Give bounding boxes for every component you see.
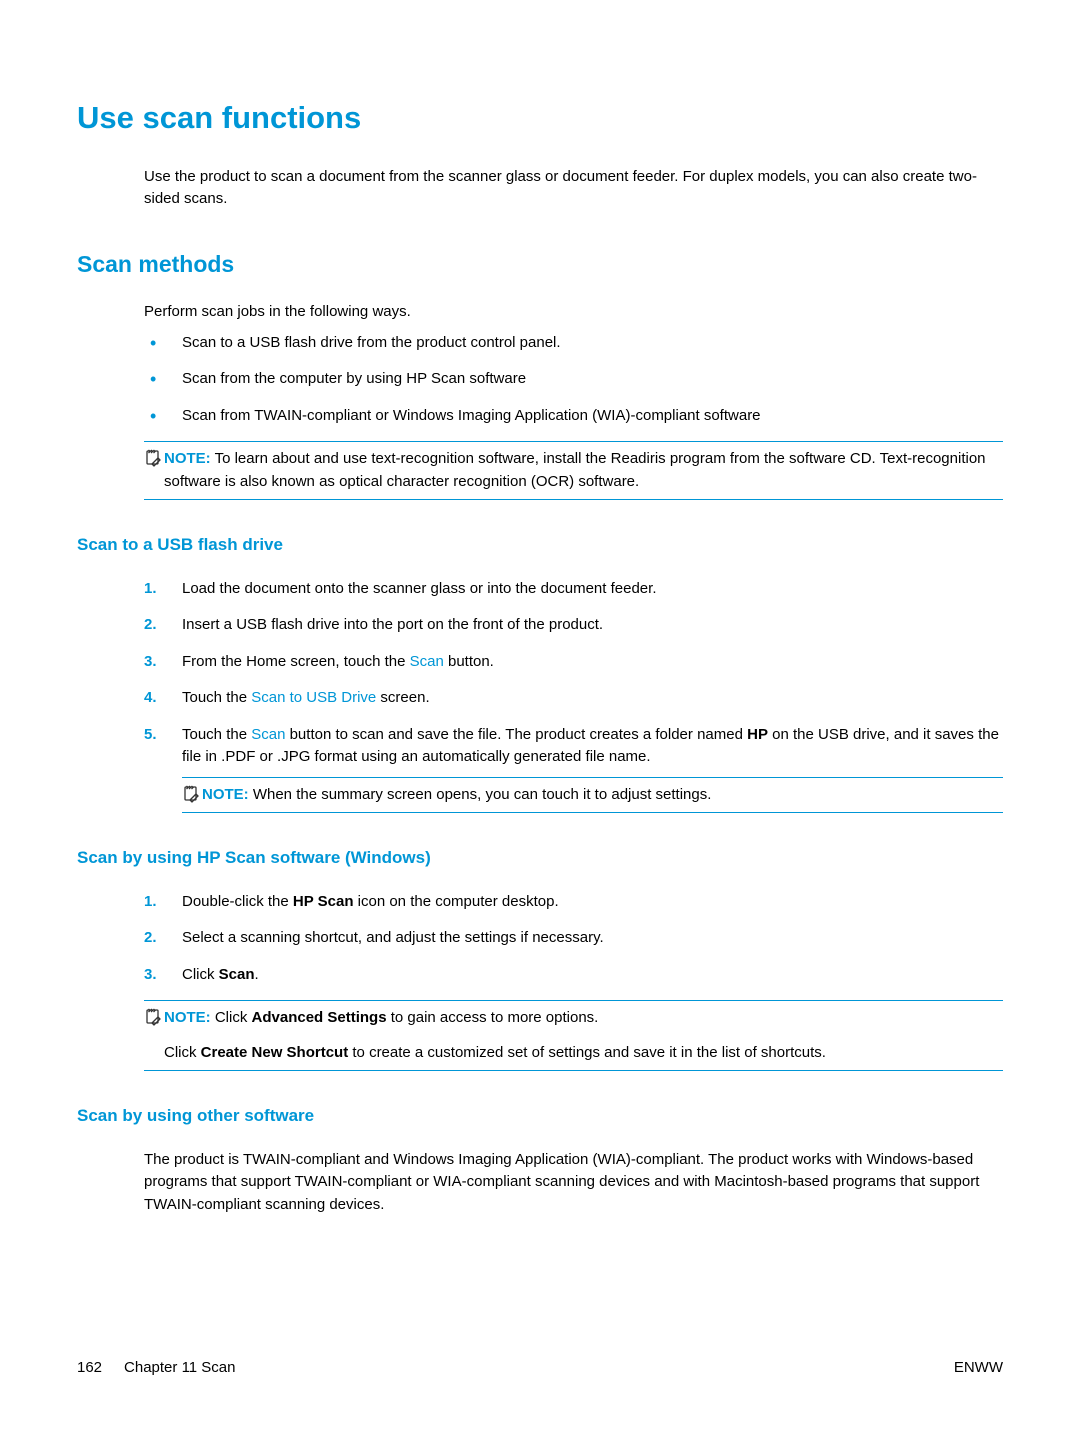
- note-text: Click: [215, 1009, 252, 1026]
- hp-scan-icon-name: HP Scan: [293, 893, 354, 910]
- step-text: icon on the computer desktop.: [353, 893, 558, 910]
- step-number: 3.: [144, 964, 157, 987]
- intro-paragraph: Use the product to scan a document from …: [144, 166, 1003, 211]
- step-number: 5.: [144, 724, 157, 747]
- note-text: To learn about and use text-recognition …: [164, 450, 986, 490]
- note-label: NOTE:: [164, 450, 211, 467]
- ui-term-scan: Scan: [251, 726, 285, 743]
- step-text: Touch the: [182, 726, 251, 743]
- usb-steps: 1. Load the document onto the scanner gl…: [144, 578, 1003, 814]
- note-box: NOTE: Click Advanced Settings to gain ac…: [144, 1000, 1003, 1071]
- step-text: button to scan and save the file. The pr…: [285, 726, 747, 743]
- step-text: Click: [182, 966, 219, 983]
- step-number: 2.: [144, 927, 157, 950]
- note-text: to create a customized set of settings a…: [348, 1044, 826, 1061]
- step-number: 3.: [144, 651, 157, 674]
- chapter-label: Chapter 11 Scan: [124, 1359, 235, 1376]
- folder-name-hp: HP: [747, 726, 768, 743]
- scan-methods-list: Scan to a USB flash drive from the produ…: [144, 332, 1003, 428]
- advanced-settings-name: Advanced Settings: [252, 1009, 387, 1026]
- list-item: 1. Load the document onto the scanner gl…: [144, 578, 1003, 601]
- ui-term-scan-to-usb-drive: Scan to USB Drive: [251, 689, 376, 706]
- page-footer: 162 Chapter 11 Scan ENWW: [77, 1357, 1003, 1380]
- footer-right: ENWW: [954, 1357, 1003, 1380]
- note-content: NOTE: Click Advanced Settings to gain ac…: [164, 1007, 1003, 1064]
- create-new-shortcut-name: Create New Shortcut: [201, 1044, 349, 1061]
- list-item: 1. Double-click the HP Scan icon on the …: [144, 891, 1003, 914]
- step-text: From the Home screen, touch the: [182, 653, 410, 670]
- list-item: 3. From the Home screen, touch the Scan …: [144, 651, 1003, 674]
- subsection-heading-usb: Scan to a USB flash drive: [77, 532, 1003, 558]
- list-item: 2. Select a scanning shortcut, and adjus…: [144, 927, 1003, 950]
- note-box: NOTE: To learn about and use text-recogn…: [144, 441, 1003, 500]
- hpscan-steps: 1. Double-click the HP Scan icon on the …: [144, 891, 1003, 987]
- note-icon: [144, 449, 162, 467]
- note-continuation: Click Create New Shortcut to create a cu…: [164, 1042, 1003, 1065]
- step-number: 4.: [144, 687, 157, 710]
- subsection-heading-other: Scan by using other software: [77, 1103, 1003, 1129]
- step-text: screen.: [376, 689, 429, 706]
- section-heading-scan-methods: Scan methods: [77, 247, 1003, 282]
- list-item: 4. Touch the Scan to USB Drive screen.: [144, 687, 1003, 710]
- ui-term-scan: Scan: [410, 653, 444, 670]
- list-item: 5. Touch the Scan button to scan and sav…: [144, 724, 1003, 814]
- step-text: Double-click the: [182, 893, 293, 910]
- list-item: 2. Insert a USB flash drive into the por…: [144, 614, 1003, 637]
- list-item: Scan to a USB flash drive from the produ…: [144, 332, 1003, 355]
- footer-left: 162 Chapter 11 Scan: [77, 1357, 236, 1380]
- note-content: NOTE: When the summary screen opens, you…: [202, 784, 1003, 807]
- note-content: NOTE: To learn about and use text-recogn…: [164, 448, 1003, 493]
- step-number: 1.: [144, 891, 157, 914]
- step-number: 2.: [144, 614, 157, 637]
- step-text: .: [255, 966, 259, 983]
- other-software-paragraph: The product is TWAIN-compliant and Windo…: [144, 1149, 1003, 1217]
- step-text: button.: [444, 653, 494, 670]
- note-label: NOTE:: [164, 1009, 211, 1026]
- note-text: Click: [164, 1044, 201, 1061]
- step-text: Touch the: [182, 689, 251, 706]
- page-number: 162: [77, 1359, 102, 1376]
- list-item: Scan from TWAIN-compliant or Windows Ima…: [144, 405, 1003, 428]
- step-text: Insert a USB flash drive into the port o…: [182, 616, 603, 633]
- scan-button-name: Scan: [219, 966, 255, 983]
- list-item: 3. Click Scan.: [144, 964, 1003, 987]
- step-number: 1.: [144, 578, 157, 601]
- note-text: to gain access to more options.: [387, 1009, 599, 1026]
- note-text: When the summary screen opens, you can t…: [253, 786, 712, 803]
- note-icon: [144, 1008, 162, 1026]
- step-text: Select a scanning shortcut, and adjust t…: [182, 929, 604, 946]
- note-box: NOTE: When the summary screen opens, you…: [182, 777, 1003, 814]
- subsection-heading-hpscan: Scan by using HP Scan software (Windows): [77, 845, 1003, 871]
- step-text: Load the document onto the scanner glass…: [182, 580, 657, 597]
- list-item: Scan from the computer by using HP Scan …: [144, 368, 1003, 391]
- note-label: NOTE:: [202, 786, 249, 803]
- note-icon: [182, 785, 200, 803]
- page-title: Use scan functions: [77, 95, 1003, 142]
- scan-methods-intro: Perform scan jobs in the following ways.: [144, 301, 1003, 324]
